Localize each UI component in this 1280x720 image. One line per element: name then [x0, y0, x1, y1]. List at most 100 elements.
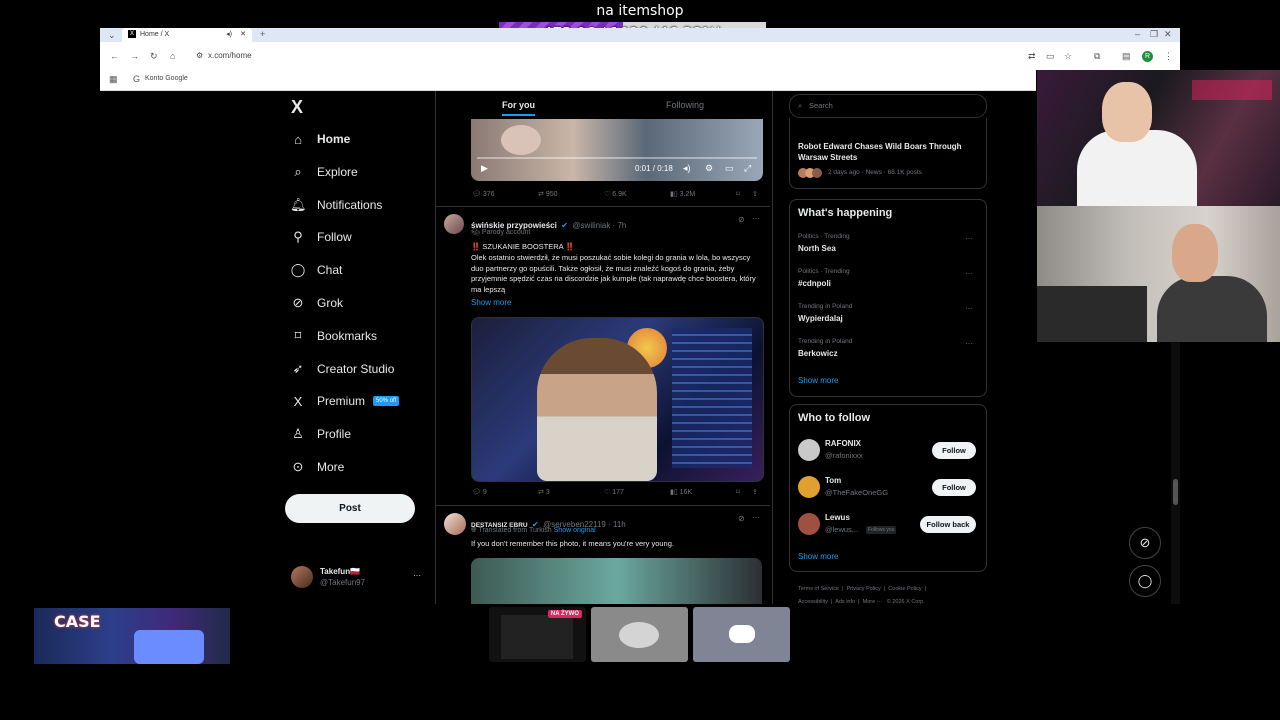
like-action[interactable]: ♡ 177 [604, 488, 624, 496]
video-seek-bar[interactable] [477, 157, 757, 159]
trend-more-icon[interactable]: ··· [965, 339, 973, 348]
maximize-icon[interactable]: ❐ [1150, 29, 1158, 40]
suggestion-avatar[interactable] [798, 513, 820, 535]
tab-following[interactable]: Following [666, 100, 704, 110]
extensions-icon[interactable]: ⧉ [1094, 51, 1100, 62]
news-title[interactable]: Robot Edward Chases Wild Boars Through W… [798, 141, 978, 163]
wtf-show-more[interactable]: Show more [798, 552, 838, 561]
views-action[interactable]: ▮▯ 3.2M [670, 190, 695, 198]
install-icon[interactable]: ▭ [1046, 51, 1055, 62]
footer-link[interactable]: Accessibility [798, 599, 828, 605]
post-more-icon[interactable]: ··· [752, 513, 760, 522]
star-icon[interactable]: ☆ [1064, 51, 1072, 62]
trend-name[interactable]: Wypierdalaj [798, 314, 843, 323]
nav-item-grok[interactable]: ⊘ Grok [290, 291, 343, 315]
like-action[interactable]: ♡ 6.9K [604, 190, 627, 198]
trend-more-icon[interactable]: ··· [965, 234, 973, 243]
taskbar-preview-car[interactable] [591, 607, 688, 662]
sidebar-icon[interactable]: ▤ [1122, 51, 1131, 62]
follow-button[interactable]: Follow back [920, 516, 976, 533]
share-icon[interactable]: ⇪ [752, 190, 758, 198]
suggestion-name[interactable]: RAFONIX [825, 439, 861, 448]
forward-icon[interactable]: → [130, 51, 139, 61]
account-name[interactable]: Takefun🇵🇱 [320, 567, 360, 576]
suggestion-name[interactable]: Lewus [825, 513, 850, 522]
grok-post-icon[interactable]: ⊘ [738, 215, 745, 224]
browser-tab-home[interactable]: X Home / X ◂) ✕ [122, 28, 252, 42]
share-icon[interactable]: ⇪ [752, 488, 758, 496]
home-button-icon[interactable]: ⌂ [170, 51, 175, 61]
taskbar-preview-browser[interactable]: NA ŻYWO [489, 607, 586, 662]
trends-show-more[interactable]: Show more [798, 376, 838, 385]
footer-link[interactable]: Terms of Service [798, 586, 839, 592]
chat-floating-icon[interactable]: ◯ [1129, 565, 1161, 597]
settings-icon[interactable]: ⚙ [705, 163, 713, 174]
post-media-image[interactable] [471, 558, 762, 604]
trend-name[interactable]: Berkowicz [798, 349, 838, 358]
footer-link[interactable]: Ads info [835, 599, 855, 605]
show-more-link[interactable]: Show more [471, 298, 511, 307]
nav-item-bookmarks[interactable]: ⌑ Bookmarks [290, 324, 377, 348]
bookmark-post-icon[interactable]: ⌑ [736, 190, 740, 198]
video-player[interactable]: ▶ 0:01 / 0:18 ◂) ⚙ ▭ ⤢ [471, 119, 763, 181]
bookmark-post-icon[interactable]: ⌑ [736, 488, 740, 496]
account-menu-icon[interactable]: ··· [413, 571, 421, 580]
reload-icon[interactable]: ↻ [150, 51, 158, 62]
footer-link[interactable]: More ··· [863, 599, 883, 605]
nav-item-notifications[interactable]: 🔔︎ Notifications [290, 193, 382, 217]
apps-icon[interactable]: ▦ [109, 74, 118, 85]
follow-button[interactable]: Follow [932, 442, 976, 459]
reply-action[interactable]: 💬︎ 9 [472, 488, 487, 496]
taskbar-preview-discord[interactable] [693, 607, 790, 662]
repost-action[interactable]: ⇄ 950 [538, 190, 558, 198]
volume-icon[interactable]: ◂) [683, 163, 691, 174]
nav-item-profile[interactable]: ♙ Profile [290, 422, 351, 446]
back-icon[interactable]: ← [110, 51, 119, 61]
show-original-link[interactable]: Show original [554, 527, 596, 534]
trend-more-icon[interactable]: ··· [965, 304, 973, 313]
nav-item-home[interactable]: ⌂ Home [290, 127, 350, 151]
audio-icon[interactable]: ◂) [226, 28, 232, 42]
nav-item-premium[interactable]: X Premium 50% off [290, 389, 400, 413]
post-media-video[interactable] [471, 317, 764, 482]
footer-link[interactable]: Privacy Policy [847, 586, 881, 592]
pip-icon[interactable]: ▭ [725, 163, 734, 174]
x-logo[interactable]: X [291, 97, 303, 118]
post-author-handle[interactable]: @swiliniak · 7h [572, 221, 626, 230]
fullscreen-icon[interactable]: ⤢ [744, 163, 751, 174]
scrollbar-thumb[interactable] [1173, 479, 1178, 505]
reply-action[interactable]: 💬︎ 376 [472, 190, 495, 198]
nav-item-explore[interactable]: ⌕ Explore [290, 160, 357, 184]
menu-icon[interactable]: ⋮ [1164, 51, 1173, 62]
bookmark-item[interactable]: Konto Google [145, 75, 188, 82]
play-icon[interactable]: ▶ [481, 163, 488, 174]
trend-name[interactable]: North Sea [798, 244, 836, 253]
grok-post-icon[interactable]: ⊘ [738, 514, 745, 523]
trend-more-icon[interactable]: ··· [965, 269, 973, 278]
nav-item-follow[interactable]: ⚲ Follow [290, 225, 351, 249]
profile-avatar[interactable]: R [1142, 51, 1153, 62]
close-tab-icon[interactable]: ✕ [240, 28, 246, 42]
tab-for-you[interactable]: For you [502, 100, 535, 116]
search-input[interactable]: ⌕ Search [789, 94, 987, 118]
post-avatar[interactable] [444, 214, 464, 234]
site-info-icon[interactable]: ⚙ [196, 47, 203, 65]
nav-item-more[interactable]: ⊙ More [290, 455, 345, 479]
minimize-icon[interactable]: – [1135, 29, 1140, 39]
footer-link[interactable]: Cookie Policy [888, 586, 921, 592]
grok-floating-icon[interactable]: ⊘ [1129, 527, 1161, 559]
views-action[interactable]: ▮▯ 16K [670, 488, 692, 496]
suggestion-avatar[interactable] [798, 439, 820, 461]
trend-name[interactable]: #cdnpoli [798, 279, 831, 288]
suggestion-avatar[interactable] [798, 476, 820, 498]
address-bar[interactable]: ⚙ x.com/home [192, 47, 808, 65]
nav-item-creator-studio[interactable]: ➶ Creator Studio [290, 357, 395, 381]
translate-icon[interactable]: ⇄ [1028, 51, 1036, 62]
tab-list-icon[interactable]: ⌄ [108, 30, 116, 41]
new-tab-icon[interactable]: + [260, 29, 265, 39]
suggestion-name[interactable]: Tom [825, 476, 841, 485]
post-button[interactable]: Post [285, 494, 415, 523]
follow-button[interactable]: Follow [932, 479, 976, 496]
account-avatar[interactable] [291, 566, 313, 588]
post-more-icon[interactable]: ··· [752, 214, 760, 223]
